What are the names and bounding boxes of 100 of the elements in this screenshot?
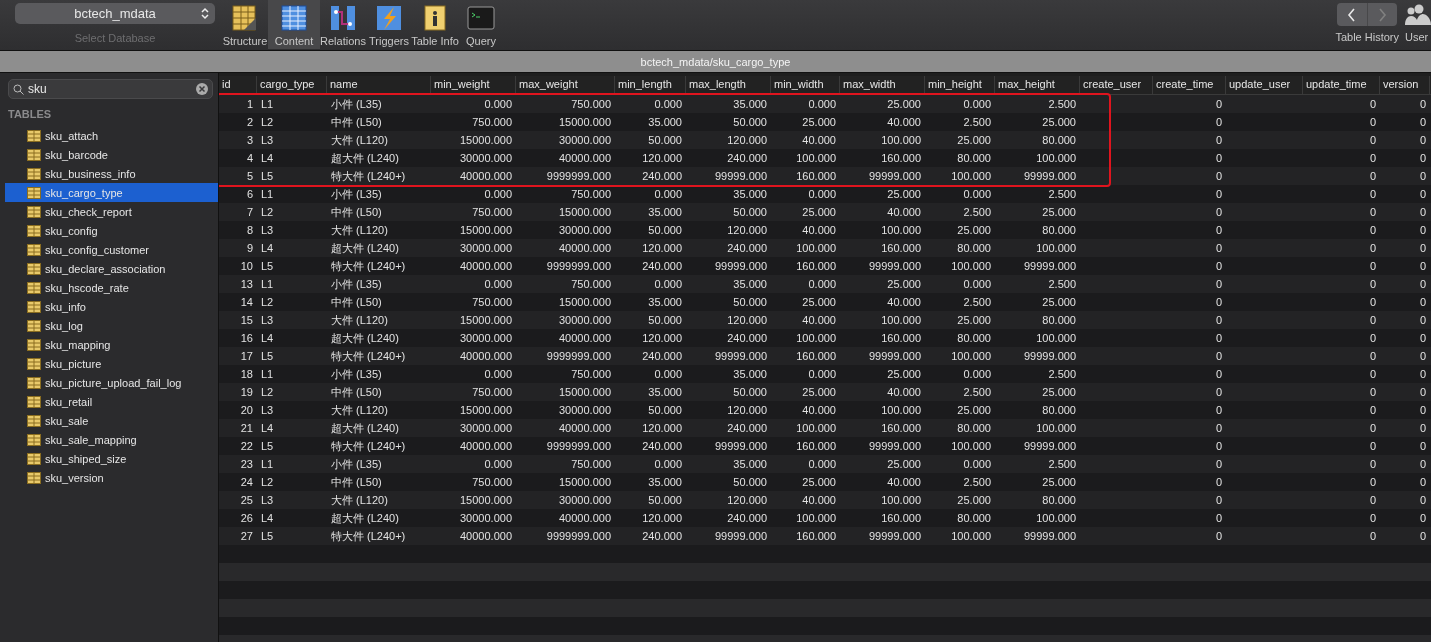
table-cell-text: 100.000 — [795, 241, 837, 256]
table-cell-text: 0 — [1214, 115, 1223, 130]
table-cell-text: 750.000 — [570, 277, 612, 292]
column-header[interactable]: create_user — [1080, 76, 1153, 94]
table-cell-text: 100.000 — [1035, 241, 1077, 256]
column-header[interactable]: id — [219, 76, 257, 94]
table-list-item[interactable]: sku_retail — [5, 392, 218, 411]
table-cell-text: 100.000 — [950, 439, 992, 454]
table-cell-text: 9999999.000 — [545, 259, 612, 274]
table-row[interactable]: 1 L1 小件 (L35) 0.000 750.000 0.000 35.000 0.000 25.000 0.000 2.500 0 0 0 — [219, 95, 1431, 113]
users-button[interactable]: User — [1405, 3, 1431, 43]
table-cell-text: 99999.000 — [868, 259, 922, 274]
table-icon — [27, 395, 41, 408]
table-cell-text: 0.000 — [807, 457, 837, 472]
table-cell-text: 0 — [1418, 475, 1427, 490]
table-cell-text: 特大件 (L240+) — [330, 168, 407, 184]
database-select[interactable]: bctech_mdata — [15, 3, 215, 24]
table-cell-text: L2 — [260, 205, 275, 220]
table-cell-text: 0 — [1368, 259, 1377, 274]
table-cell-text: L2 — [260, 115, 275, 130]
table-list-item[interactable]: sku_hscode_rate — [5, 278, 218, 297]
column-header[interactable]: create_time — [1153, 76, 1226, 94]
column-header[interactable]: max_length — [686, 76, 771, 94]
column-header[interactable]: max_width — [840, 76, 925, 94]
table-cell-text: 80.000 — [956, 331, 992, 346]
toolbar-tab[interactable]: Table Info — [412, 0, 458, 49]
table-list-item[interactable]: sku_barcode — [5, 145, 218, 164]
table-list-item[interactable]: sku_check_report — [5, 202, 218, 221]
table-list-item[interactable]: sku_business_info — [5, 164, 218, 183]
table-cell-text: 100.000 — [795, 511, 837, 526]
table-row[interactable]: 15 L3 大件 (L120) 15000.000 30000.000 50.000 120.000 40.000 100.000 25.000 80.000 0 0 0 — [219, 311, 1431, 329]
toolbar-tab[interactable]: Content — [268, 0, 320, 49]
column-header[interactable]: update_time — [1303, 76, 1380, 94]
table-list-item[interactable]: sku_declare_association — [5, 259, 218, 278]
search-field[interactable]: sku — [8, 79, 213, 99]
column-header[interactable]: min_weight — [431, 76, 516, 94]
toolbar-tab[interactable]: Structure — [222, 0, 268, 49]
search-input[interactable]: sku — [28, 82, 192, 96]
table-cell-text: 240.000 — [726, 151, 768, 166]
table-row[interactable]: 23 L1 小件 (L35) 0.000 750.000 0.000 35.000 0.000 25.000 0.000 2.500 0 0 0 — [219, 455, 1431, 473]
table-row[interactable]: 19 L2 中件 (L50) 750.000 15000.000 35.000 50.000 25.000 40.000 2.500 25.000 0 0 0 — [219, 383, 1431, 401]
table-row[interactable]: 25 L3 大件 (L120) 15000.000 30000.000 50.000 120.000 40.000 100.000 25.000 80.000 0 0 0 — [219, 491, 1431, 509]
table-cell-text: 15000.000 — [459, 493, 513, 508]
table-cell-text: 750.000 — [471, 205, 513, 220]
table-list-item[interactable]: sku_mapping — [5, 335, 218, 354]
table-cell-text: 0 — [1418, 241, 1427, 256]
table-cell-text: 0 — [1214, 439, 1223, 454]
table-row[interactable]: 21 L4 超大件 (L240) 30000.000 40000.000 120.000 240.000 100.000 160.000 80.000 100.000 0 0 0 — [219, 419, 1431, 437]
toolbar-tab[interactable]: Triggers — [366, 0, 412, 49]
toolbar-tab[interactable]: Query — [458, 0, 504, 49]
table-icon — [27, 281, 41, 294]
table-cell-text: 0.000 — [483, 457, 513, 472]
table-cell-text: 100.000 — [1035, 151, 1077, 166]
table-cell-text: 0 — [1368, 187, 1377, 202]
column-header[interactable]: cargo_type — [257, 76, 327, 94]
table-cell-text: 0.000 — [807, 97, 837, 112]
table-cell-text: 小件 (L35) — [330, 276, 383, 292]
table-row[interactable]: 3 L3 大件 (L120) 15000.000 30000.000 50.000 120.000 40.000 100.000 25.000 80.000 0 0 0 — [219, 131, 1431, 149]
column-header[interactable]: name — [327, 76, 431, 94]
column-header[interactable]: min_height — [925, 76, 995, 94]
table-list-item[interactable]: sku_shiped_size — [5, 449, 218, 468]
table-icon — [27, 186, 41, 199]
table-cell-text: 0.000 — [962, 367, 992, 382]
table-row[interactable]: 27 L5 特大件 (L240+) 40000.000 9999999.000 240.000 99999.000 160.000 99999.000 100.000 99999.000 0 0 0 — [219, 527, 1431, 545]
table-list-item[interactable]: sku_sale_mapping — [5, 430, 218, 449]
table-list-item[interactable]: sku_picture — [5, 354, 218, 373]
column-header[interactable]: version — [1380, 76, 1430, 94]
table-cell-text: 0 — [1418, 367, 1427, 382]
table-cell-text: 40000.000 — [459, 439, 513, 454]
table-row[interactable]: 9 L4 超大件 (L240) 30000.000 40000.000 120.000 240.000 100.000 160.000 80.000 100.000 0 0 0 — [219, 239, 1431, 257]
table-row[interactable]: 7 L2 中件 (L50) 750.000 15000.000 35.000 50.000 25.000 40.000 2.500 25.000 0 0 0 — [219, 203, 1431, 221]
table-list-item[interactable]: sku_attach — [5, 126, 218, 145]
toolbar-tab[interactable]: Relations — [320, 0, 366, 49]
table-row[interactable]: 5 L5 特大件 (L240+) 40000.000 9999999.000 240.000 99999.000 160.000 99999.000 100.000 99999.000 0 0 0 — [219, 167, 1431, 185]
column-header[interactable]: min_width — [771, 76, 840, 94]
table-row[interactable]: 17 L5 特大件 (L240+) 40000.000 9999999.000 240.000 99999.000 160.000 99999.000 100.000 99999.000 0 0 0 — [219, 347, 1431, 365]
table-icon — [27, 243, 41, 256]
column-header[interactable]: max_height — [995, 76, 1080, 94]
table-cell-text: 0 — [1214, 475, 1223, 490]
table-cell-text: 99999.000 — [868, 169, 922, 184]
table-cell-text: 0.000 — [483, 277, 513, 292]
table-list-item[interactable]: sku_cargo_type — [5, 183, 218, 202]
table-list-item[interactable]: sku_version — [5, 468, 218, 487]
table-list-item[interactable]: sku_config_customer — [5, 240, 218, 259]
table-row[interactable]: 13 L1 小件 (L35) 0.000 750.000 0.000 35.000 0.000 25.000 0.000 2.500 0 0 0 — [219, 275, 1431, 293]
table-list-item[interactable]: sku_config — [5, 221, 218, 240]
table-cell-text: 35.000 — [732, 277, 768, 292]
table-cell-text: 中件 (L50) — [330, 114, 383, 130]
table-list-item[interactable]: sku_sale — [5, 411, 218, 430]
column-header[interactable]: min_length — [615, 76, 686, 94]
column-header[interactable]: update_user — [1226, 76, 1303, 94]
column-header[interactable]: max_weight — [516, 76, 615, 94]
table-cell-text: 0 — [1418, 529, 1427, 544]
table-list-item[interactable]: sku_picture_upload_fail_log — [5, 373, 218, 392]
table-cell-text: 160.000 — [880, 331, 922, 346]
table-list-item[interactable]: sku_log — [5, 316, 218, 335]
clear-icon[interactable] — [196, 83, 208, 95]
table-cell-text: 50.000 — [732, 115, 768, 130]
table-cell-text: 0 — [1418, 277, 1427, 292]
table-list-item[interactable]: sku_info — [5, 297, 218, 316]
